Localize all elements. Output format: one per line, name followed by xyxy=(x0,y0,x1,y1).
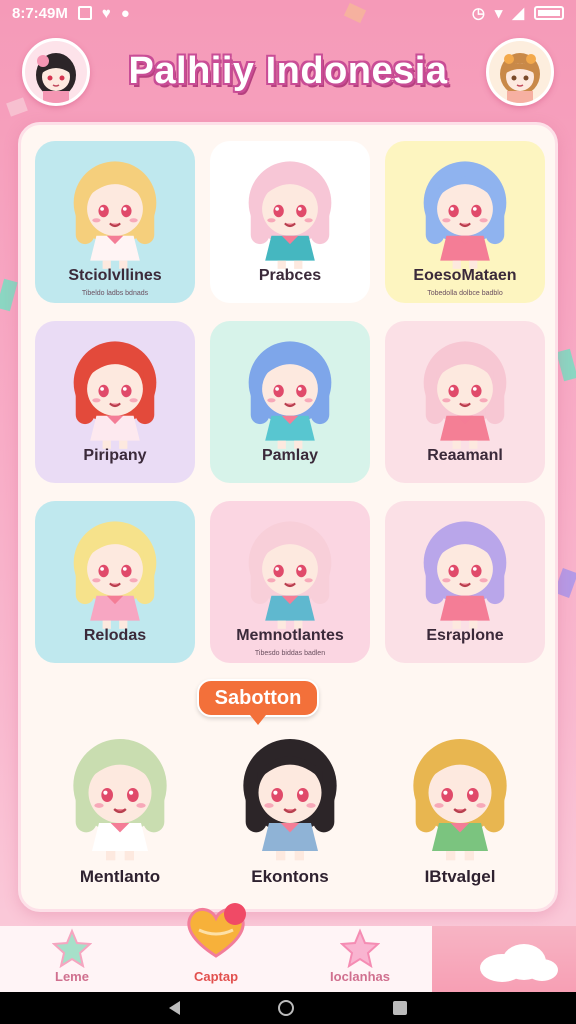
featured-characters: Mentlanto Ekontons IBtvalgel xyxy=(35,725,545,895)
character-subtitle: Tibeldo ladbs bdnads xyxy=(81,290,149,297)
nav-capture[interactable]: Captap xyxy=(144,903,288,992)
character-illustration xyxy=(403,329,527,458)
character-card[interactable]: Relodas xyxy=(35,501,195,663)
character-subtitle: Tobedolla dolbce badblo xyxy=(427,290,503,297)
character-name: IBtvalgel xyxy=(424,867,496,886)
character-card[interactable]: Piripany xyxy=(35,321,195,483)
app-header: Palhiiy Indonesia xyxy=(0,34,576,114)
speech-bubble: Sabotton xyxy=(197,679,319,717)
nav-home[interactable]: Leme xyxy=(0,926,144,992)
character-illustration xyxy=(50,725,190,870)
nav-capture-label: Captap xyxy=(193,969,239,984)
star-icon xyxy=(339,928,381,973)
back-icon[interactable] xyxy=(169,1001,181,1015)
heart-icon xyxy=(181,900,251,965)
character-panel: Stciolvllines Tibeldo ladbs bdnads Prabc… xyxy=(18,122,558,912)
nav-cloud-decoration xyxy=(432,926,576,992)
recent-apps-icon[interactable] xyxy=(392,1001,407,1015)
character-name: Stciolvllines xyxy=(68,267,162,284)
character-illustration xyxy=(220,725,360,870)
featured-character[interactable]: IBtvalgel xyxy=(375,725,545,895)
character-name: Mentlanto xyxy=(79,867,161,886)
signal-icon: ◢ xyxy=(512,5,524,22)
character-card[interactable]: EoesoMataen Tobedolla dolbce badblo xyxy=(385,141,545,303)
character-name: Piripany xyxy=(83,447,147,464)
dot-icon: ● xyxy=(120,4,130,22)
character-card[interactable]: Stciolvllines Tibeldo ladbs bdnads xyxy=(35,141,195,303)
featured-character[interactable]: Mentlanto xyxy=(35,725,205,895)
star-icon xyxy=(51,928,93,973)
heart-icon: ♥ xyxy=(101,4,111,22)
nav-collection[interactable]: Ioclanhas xyxy=(288,926,432,992)
character-card[interactable]: Reaamanl xyxy=(385,321,545,483)
character-name: Esraplone xyxy=(426,627,504,644)
character-card[interactable]: Pamlay xyxy=(210,321,370,483)
character-name: Memnotlantes xyxy=(236,627,344,644)
confetti-decoration xyxy=(0,278,18,312)
character-card[interactable]: Memnotlantes Tibesdo biddas badlen xyxy=(210,501,370,663)
character-illustration xyxy=(228,149,352,278)
confetti-decoration xyxy=(556,348,576,382)
bottom-nav: Leme Captap Ioclanhas xyxy=(0,903,576,992)
character-name: Ekontons xyxy=(251,867,329,886)
character-subtitle: Tibesdo biddas badlen xyxy=(254,650,326,657)
cloud-icon xyxy=(480,944,558,982)
character-illustration xyxy=(53,329,177,458)
alarm-icon: ◷ xyxy=(471,5,485,22)
character-illustration xyxy=(403,509,527,638)
status-bar: 8:7:49M ♥ ● ◷ ▾ ◢ xyxy=(0,0,576,26)
character-card[interactable]: Esraplone xyxy=(385,501,545,663)
home-icon[interactable] xyxy=(278,1000,295,1016)
character-name: Relodas xyxy=(83,627,147,644)
featured-character[interactable]: Ekontons xyxy=(205,725,375,895)
system-nav-bar xyxy=(0,992,576,1024)
character-name: Prabces xyxy=(258,267,322,284)
character-illustration xyxy=(53,509,177,638)
character-name: EoesoMataen xyxy=(413,267,517,284)
character-illustration xyxy=(53,149,177,278)
sim-icon xyxy=(77,6,92,20)
character-grid: Stciolvllines Tibeldo ladbs bdnads Prabc… xyxy=(35,141,545,663)
friend-avatar[interactable] xyxy=(486,38,554,106)
character-illustration xyxy=(390,725,530,870)
character-card[interactable]: Prabces xyxy=(210,141,370,303)
battery-icon xyxy=(534,6,564,20)
character-name: Reaamanl xyxy=(427,447,503,464)
character-illustration xyxy=(228,329,352,458)
wifi-icon: ▾ xyxy=(494,5,503,22)
character-name: Pamlay xyxy=(261,447,319,464)
character-illustration xyxy=(403,149,527,278)
status-time: 8:7:49M xyxy=(12,4,68,22)
character-illustration xyxy=(228,509,352,638)
